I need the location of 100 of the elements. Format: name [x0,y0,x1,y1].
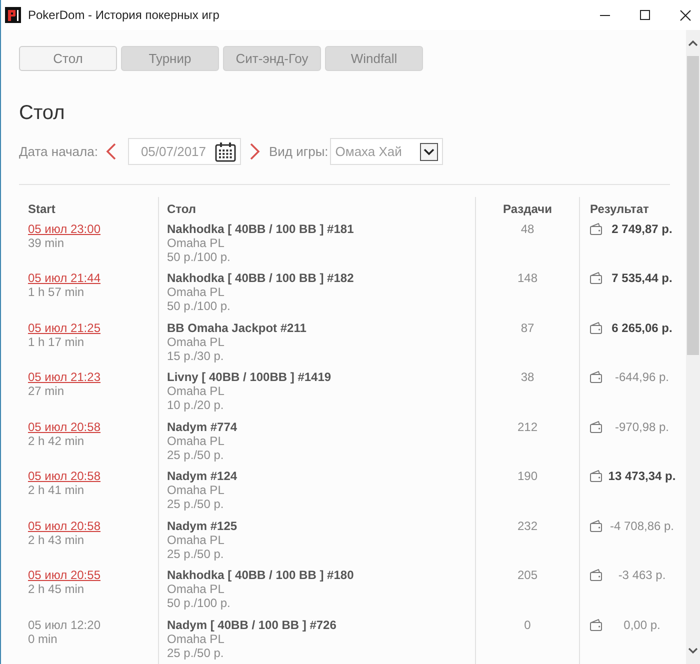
game-type-text: Omaha PL [167,532,224,546]
table-name: Nadym #125 [167,518,238,532]
start-time-link[interactable]: 05 июл 20:55 [28,568,100,582]
game-type-text: Omaha PL [167,434,224,448]
table-name: Nakhodka [ 40BB / 100 BB ] #180 [167,568,354,582]
start-time-link[interactable]: 05 июл 21:23 [28,370,100,384]
close-icon [680,10,690,20]
table-name: Nadym [ 40BB / 100 BB ] #726 [167,618,336,632]
result-amount: 2 749,87 р. [610,222,674,236]
wallet-icon [590,618,602,630]
stakes-text: 25 р./50 р. [167,546,224,560]
table-name: BB Omaha Jackpot #211 [167,320,306,334]
tab[interactable]: Турнир [121,46,219,71]
result-amount: -644,96 р. [614,370,670,384]
stakes-text: 25 р./50 р. [167,646,224,660]
stakes-text: 10 р./20 р. [167,398,224,412]
game-type-text: Omaha PL [167,285,224,299]
result-amount: -3 463 р. [617,568,667,582]
table-name: Nakhodka [ 40BB / 100 BB ] #181 [167,222,354,236]
scroll-down-icon[interactable] [688,648,698,654]
game-type-select[interactable]: Омаха Хай [330,138,444,166]
stakes-text: 50 р./100 р. [167,250,230,264]
start-time-link[interactable]: 05 июл 21:44 [28,271,100,285]
game-type-text: Omaha PL [167,483,224,497]
hands-count: 232 [517,518,538,532]
hands-count: 148 [517,271,538,285]
tab[interactable]: Стол [19,46,117,71]
wallet-icon [590,470,602,482]
table-name: Nakhodka [ 40BB / 100 BB ] #182 [167,271,354,285]
result-amount: -970,98 р. [614,420,670,434]
hands-count: 0 [524,618,531,632]
start-time-link[interactable]: 05 июл 21:25 [28,320,100,334]
scrollbar[interactable] [686,30,700,664]
start-time-text: 05 июл 12:20 [28,618,100,632]
previous-date-button[interactable] [106,143,116,160]
table-name: Nadym #124 [167,469,238,483]
game-type-text: Omaha PL [167,632,224,646]
column-header: Результат [590,202,649,216]
duration-text: 39 min [28,236,64,250]
date-label: Дата начала: [19,144,98,160]
game-type-text: Omaha PL [167,582,224,596]
app-logo-icon [5,7,21,23]
column-header: Стол [167,202,196,216]
stakes-text: 25 р./50 р. [167,497,224,511]
column-header: Раздачи [503,202,552,216]
game-type-label: Вид игры: [268,144,328,160]
duration-text: 0 min [28,632,58,646]
wallet-icon [590,222,602,234]
stakes-text: 25 р./50 р. [167,448,224,462]
scroll-up-icon[interactable] [688,40,698,46]
dropdown-icon [420,142,438,161]
hands-count: 212 [517,420,538,434]
wallet-icon [590,520,602,532]
result-amount: 6 265,06 р. [610,320,674,334]
stakes-text: 50 р./100 р. [167,596,230,610]
wallet-icon [590,569,602,581]
wallet-icon [590,272,602,284]
start-time-link[interactable]: 05 июл 20:58 [28,420,100,434]
table-name: Nadym #774 [167,420,238,434]
start-time-link[interactable]: 05 июл 23:00 [28,222,100,236]
date-field[interactable]: 05/07/2017 [128,138,241,166]
result-amount: 0,00 р. [622,618,662,632]
hands-count: 87 [520,320,534,334]
minimize-icon [600,14,610,16]
table-name: Livny [ 40BB / 100BB ] #1419 [167,370,332,384]
result-amount: 13 473,34 р. [607,469,677,483]
result-amount: -4 708,86 р. [608,518,676,532]
next-date-button[interactable] [250,143,260,160]
game-type-text: Omaha PL [167,334,224,348]
chevron-right-icon [250,143,260,160]
window-title: PokerDom - История покерных игр [28,8,220,22]
hands-count: 205 [517,568,538,582]
hands-count: 38 [520,370,534,384]
duration-text: 2 h 45 min [28,582,84,596]
start-time-link[interactable]: 05 июл 20:58 [28,469,100,483]
chevron-left-icon [106,143,116,160]
duration-text: 27 min [28,384,64,398]
tab[interactable]: Сит-энд-Гоу [223,46,321,71]
duration-text: 1 h 57 min [28,285,84,299]
duration-text: 1 h 17 min [28,334,84,348]
section-title: Стол [19,102,66,124]
hands-count: 190 [517,469,538,483]
game-type-text: Omaha PL [167,384,224,398]
scrollbar-thumb[interactable] [687,56,699,355]
duration-text: 2 h 42 min [28,434,84,448]
tab[interactable]: Windfall [325,46,423,71]
column-header: Start [28,202,56,216]
stakes-text: 15 р./30 р. [167,348,224,362]
wallet-icon [590,322,602,334]
hands-count: 48 [520,222,534,236]
start-time-link[interactable]: 05 июл 20:58 [28,518,100,532]
result-amount: 7 535,44 р. [610,271,674,285]
wallet-icon [590,420,602,432]
game-type-text: Omaha PL [167,236,224,250]
duration-text: 2 h 41 min [28,483,84,497]
wallet-icon [590,371,602,383]
calendar-icon [214,142,236,162]
duration-text: 2 h 43 min [28,532,84,546]
stakes-text: 50 р./100 р. [167,299,230,313]
maximize-icon [640,10,650,20]
